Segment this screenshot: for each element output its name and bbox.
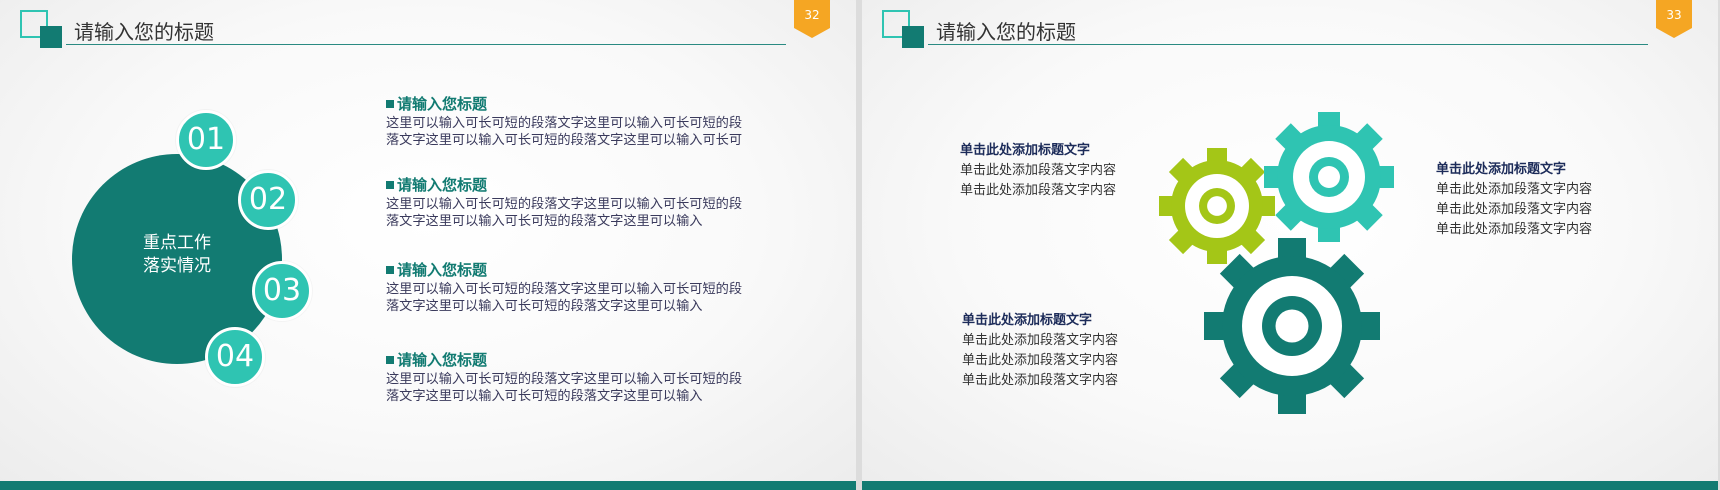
page-number-badge: 33: [1656, 0, 1692, 38]
item-body: 这里可以输入可长可短的段落文字这里可以输入可长可短的段 落文字这里可以输入可长可…: [386, 281, 786, 315]
page-number: 32: [804, 8, 820, 22]
slide-title: 请输入您的标题: [74, 20, 214, 44]
bullet-square-icon: [386, 100, 394, 108]
number-circle-03: 03: [252, 261, 312, 321]
number-circle-02: 02: [238, 170, 298, 230]
bullet-square-icon: [386, 356, 394, 364]
center-label: 重点工作 落实情况: [72, 232, 282, 278]
item-line: 这里可以输入可长可短的段落文字这里可以输入可长可短的段: [386, 116, 743, 131]
list-item: 请输入您标题 这里可以输入可长可短的段落文字这里可以输入可长可短的段 落文字这里…: [386, 95, 786, 149]
item-line: 这里可以输入可长可短的段落文字这里可以输入可长可短的段: [386, 282, 743, 297]
bottom-bar: [862, 481, 1718, 490]
text-block: 单击此处添加标题文字 单击此处添加段落文字内容 单击此处添加段落文字内容 单击此…: [962, 311, 1118, 391]
list-item: 请输入您标题 这里可以输入可长可短的段落文字这里可以输入可长可短的段 落文字这里…: [386, 176, 786, 230]
block-line: 单击此处添加段落文字内容: [962, 373, 1119, 388]
item-body: 这里可以输入可长可短的段落文字这里可以输入可长可短的段 落文字这里可以输入可长可…: [386, 115, 786, 149]
item-line: 落文字这里可以输入可长可短的段落文字这里可以输入: [386, 389, 703, 404]
dark-teal-gear-icon: [1204, 238, 1380, 414]
page-number: 33: [1666, 8, 1682, 22]
text-block: 单击此处添加标题文字 单击此处添加段落文字内容 单击此处添加段落文字内容 单击此…: [1436, 160, 1592, 240]
list-item: 请输入您标题 这里可以输入可长可短的段落文字这里可以输入可长可短的段 落文字这里…: [386, 351, 786, 405]
block-line: 单击此处添加段落文字内容: [960, 163, 1117, 178]
block-title: 单击此处添加标题文字: [1436, 162, 1567, 177]
block-line: 单击此处添加段落文字内容: [1436, 182, 1593, 197]
block-line: 单击此处添加段落文字内容: [1436, 222, 1593, 237]
block-line: 单击此处添加段落文字内容: [1436, 202, 1593, 217]
text-block: 单击此处添加标题文字 单击此处添加段落文字内容 单击此处添加段落文字内容: [960, 141, 1116, 201]
title-square-icon: [882, 10, 924, 50]
item-body: 这里可以输入可长可短的段落文字这里可以输入可长可短的段 落文字这里可以输入可长可…: [386, 371, 786, 405]
item-line: 落文字这里可以输入可长可短的段落文字这里可以输入: [386, 299, 703, 314]
slide-33[interactable]: 请输入您的标题 33 单击此处添加标题文字 单击此处添加段落文字内容 单击此处添…: [862, 0, 1718, 490]
title-underline: [66, 44, 786, 45]
item-title: 请输入您标题: [397, 351, 488, 369]
item-line: 落文字这里可以输入可长可短的段落文字这里可以输入可长可: [386, 133, 743, 148]
item-title: 请输入您标题: [397, 261, 488, 279]
bullet-square-icon: [386, 181, 394, 189]
number-circle-04: 04: [205, 327, 265, 387]
title-underline: [928, 44, 1648, 45]
slide-title: 请输入您的标题: [936, 20, 1076, 44]
item-body: 这里可以输入可长可短的段落文字这里可以输入可长可短的段 落文字这里可以输入可长可…: [386, 196, 786, 230]
list-item: 请输入您标题 这里可以输入可长可短的段落文字这里可以输入可长可短的段 落文字这里…: [386, 261, 786, 315]
number-circle-01: 01: [176, 110, 236, 170]
item-line: 这里可以输入可长可短的段落文字这里可以输入可长可短的段: [386, 372, 743, 387]
bullet-square-icon: [386, 266, 394, 274]
block-line: 单击此处添加段落文字内容: [962, 333, 1119, 348]
center-label-line: 落实情况: [143, 256, 211, 276]
item-line: 这里可以输入可长可短的段落文字这里可以输入可长可短的段: [386, 197, 743, 212]
title-square-icon: [20, 10, 62, 50]
block-line: 单击此处添加段落文字内容: [960, 183, 1117, 198]
bottom-bar: [0, 481, 856, 490]
item-title: 请输入您标题: [397, 176, 488, 194]
block-line: 单击此处添加段落文字内容: [962, 353, 1119, 368]
teal-gear-icon: [1264, 112, 1394, 242]
item-title: 请输入您标题: [397, 95, 488, 113]
center-label-line: 重点工作: [143, 233, 211, 253]
block-title: 单击此处添加标题文字: [962, 313, 1093, 328]
block-title: 单击此处添加标题文字: [960, 143, 1091, 158]
page-number-badge: 32: [794, 0, 830, 38]
slide-32[interactable]: 请输入您的标题 32 重点工作 落实情况 01 02 03 04 请输入您标题 …: [0, 0, 856, 490]
item-line: 落文字这里可以输入可长可短的段落文字这里可以输入: [386, 214, 703, 229]
